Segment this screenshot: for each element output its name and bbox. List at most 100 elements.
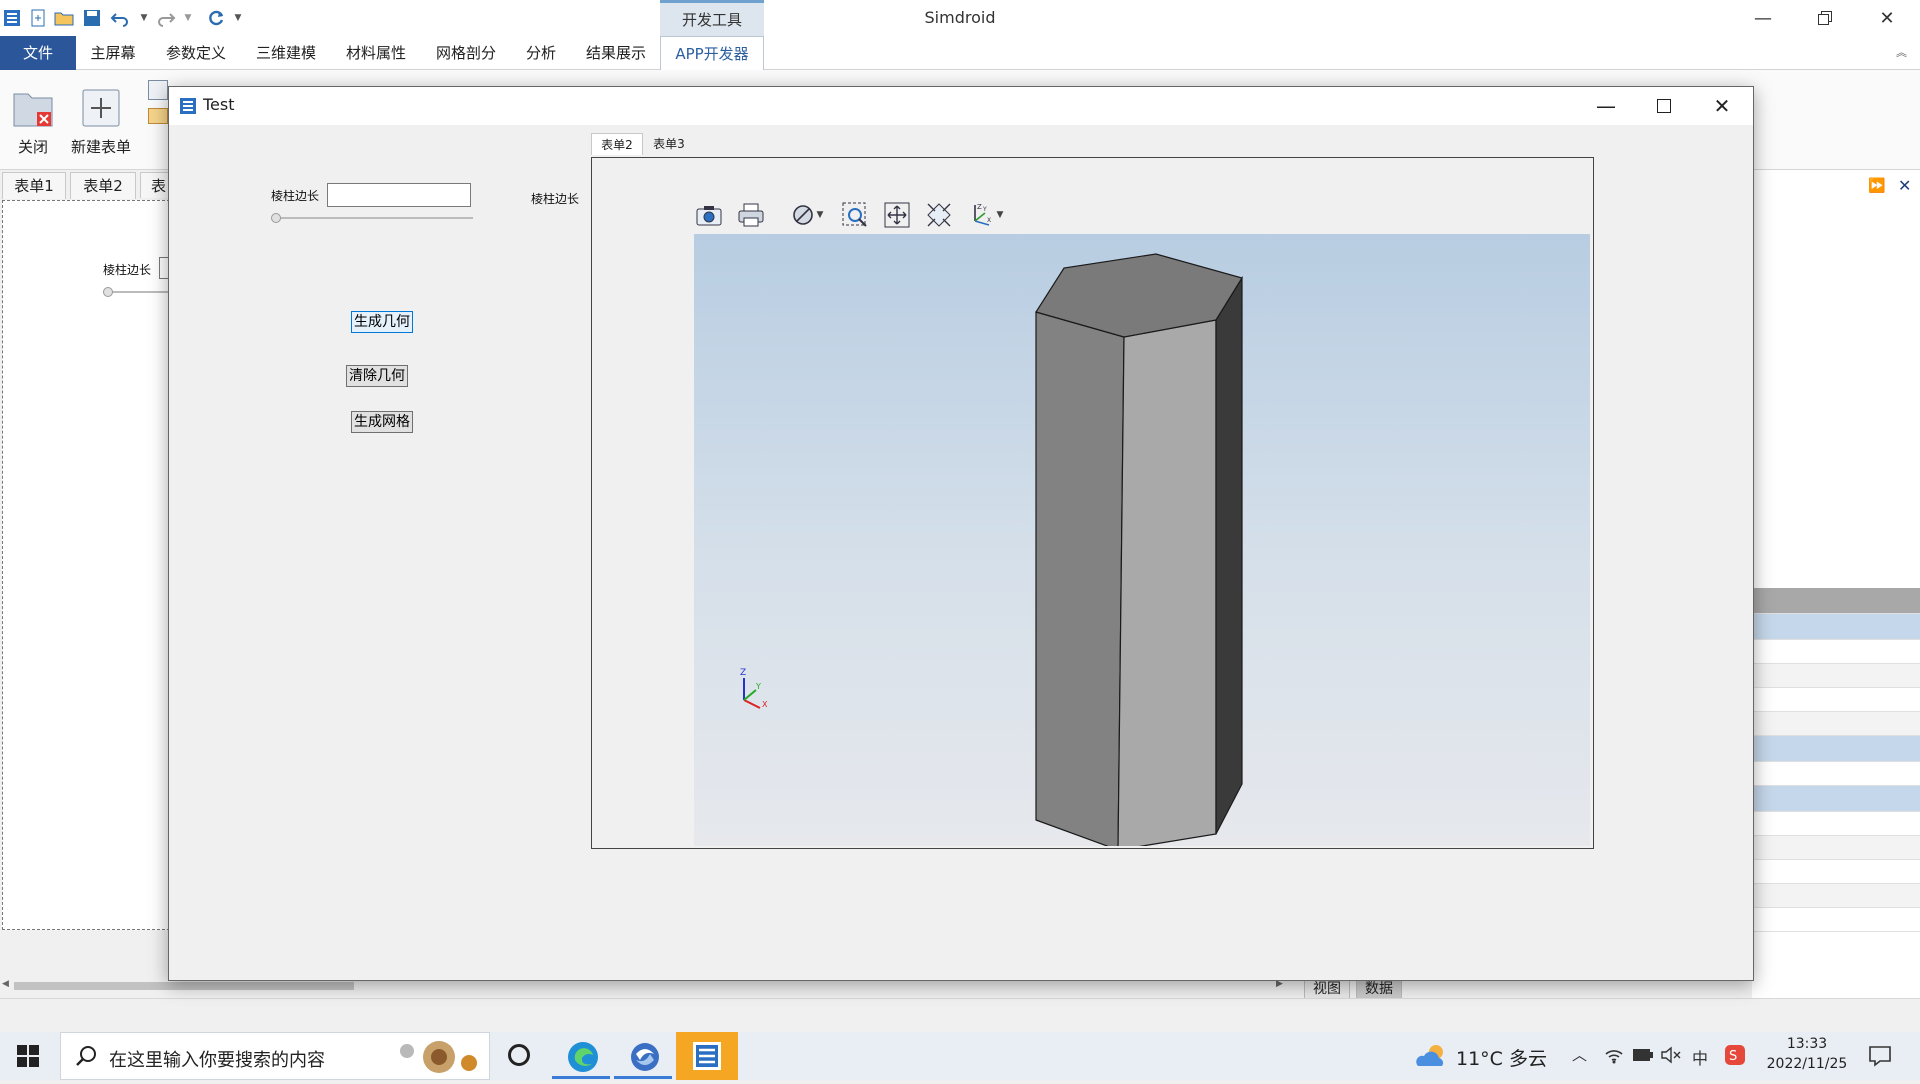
app-titlebar: ▼ ▼ ▼ 开发工具 Simdroid — ✕	[0, 0, 1920, 36]
render-dropdown-icon[interactable]: ▼	[812, 200, 828, 230]
redo-dropdown-icon[interactable]: ▼	[178, 8, 198, 28]
test-window-titlebar[interactable]: Test — ✕	[169, 87, 1753, 125]
tab-parameters[interactable]: 参数定义	[156, 36, 236, 70]
edge-length-slider-track[interactable]	[275, 217, 473, 219]
taskbar-search-box[interactable]: 在这里输入你要搜索的内容	[60, 1032, 490, 1080]
doc-slider-track[interactable]	[107, 291, 173, 293]
volume-muted-icon[interactable]	[1660, 1046, 1682, 1068]
form-tool-icon[interactable]	[148, 80, 168, 100]
doc-slider-knob[interactable]	[103, 287, 113, 297]
side-edge-length-label: 棱柱边长	[531, 192, 580, 206]
customize-toolbar-icon[interactable]: ▼	[228, 8, 248, 28]
open-folder-icon[interactable]	[54, 8, 74, 28]
close-button[interactable]: ✕	[1858, 0, 1916, 36]
form-tool-icon-2[interactable]	[148, 108, 168, 124]
inner-tab-form2[interactable]: 表单2	[591, 133, 643, 155]
svg-text:Y: Y	[982, 206, 987, 213]
property-row[interactable]	[1752, 860, 1920, 884]
search-highlight-image	[391, 1037, 483, 1077]
save-icon[interactable]	[82, 8, 102, 28]
undo-icon[interactable]	[110, 8, 130, 28]
property-row[interactable]	[1752, 688, 1920, 712]
weather-text[interactable]: 11°C 多云	[1456, 1044, 1547, 1071]
show-hidden-icons[interactable]: ︿	[1572, 1044, 1587, 1065]
form-design-canvas[interactable]: 棱柱边长	[2, 200, 173, 930]
sogou-input-icon[interactable]: S	[1724, 1044, 1746, 1070]
edge-length-input[interactable]	[327, 183, 471, 207]
zoom-box-icon[interactable]	[840, 200, 870, 230]
property-row[interactable]	[1752, 762, 1920, 786]
doc-tab-form2[interactable]: 表单2	[70, 172, 136, 199]
new-form-button[interactable]: 新建表单	[66, 76, 136, 162]
generate-mesh-button[interactable]: 生成网格	[351, 411, 413, 433]
property-row[interactable]	[1752, 908, 1920, 932]
3d-viewport[interactable]: Z Y X	[694, 234, 1590, 851]
undo-dropdown-icon[interactable]: ▼	[134, 8, 154, 28]
property-row[interactable]	[1752, 884, 1920, 908]
bottom-tab-view[interactable]: 视图	[1304, 978, 1350, 1000]
tab-home[interactable]: 主屏幕	[80, 36, 146, 70]
panel-close-icon[interactable]: ✕	[1898, 176, 1911, 195]
close-form-label: 关闭	[17, 138, 48, 156]
bottom-tab-data[interactable]: 数据	[1356, 978, 1402, 1000]
test-close-button[interactable]: ✕	[1693, 87, 1751, 125]
test-minimize-button[interactable]: —	[1577, 87, 1635, 125]
generate-geometry-button[interactable]: 生成几何	[351, 311, 413, 333]
property-row[interactable]	[1752, 664, 1920, 688]
wifi-icon[interactable]	[1604, 1046, 1624, 1068]
refresh-icon[interactable]	[206, 8, 226, 28]
panel-pin-icon[interactable]: ⏩	[1868, 178, 1885, 194]
axis-label-z: Z	[740, 668, 747, 678]
scroll-left-icon[interactable]: ◀	[2, 979, 9, 989]
tab-results[interactable]: 结果展示	[576, 36, 656, 70]
windows-taskbar: 在这里输入你要搜索的内容 11°C 多云 ︿ 中 S 13:33 2022/11…	[0, 1032, 1920, 1080]
close-form-button[interactable]: 关闭	[0, 76, 66, 162]
property-row[interactable]	[1752, 812, 1920, 836]
property-row[interactable]	[1752, 836, 1920, 860]
redo-icon[interactable]	[156, 8, 176, 28]
minimize-button[interactable]: —	[1734, 0, 1792, 36]
swirl-active-indicator	[614, 1076, 672, 1079]
restore-button[interactable]	[1796, 0, 1854, 36]
clock-time[interactable]: 13:33	[1762, 1036, 1852, 1052]
scrollbar-thumb[interactable]	[14, 982, 354, 990]
tab-file[interactable]: 文件	[0, 36, 76, 70]
property-row[interactable]	[1752, 614, 1920, 640]
doc-tab-form1[interactable]: 表单1	[2, 172, 66, 199]
simdroid-taskbar-button[interactable]	[676, 1032, 738, 1080]
prism-right-face	[1215, 275, 1243, 835]
notification-icon[interactable]	[1868, 1044, 1892, 1072]
app-title: Simdroid	[924, 8, 996, 27]
edge-length-label: 棱柱边长	[271, 189, 320, 203]
windows-start-icon[interactable]	[16, 1044, 40, 1072]
property-row[interactable]	[1752, 736, 1920, 762]
tab-meshing[interactable]: 网格剖分	[426, 36, 506, 70]
tab-analysis[interactable]: 分析	[516, 36, 566, 70]
test-maximize-button[interactable]	[1635, 87, 1693, 125]
property-row[interactable]	[1752, 786, 1920, 812]
tab-3d-modeling[interactable]: 三维建模	[246, 36, 326, 70]
edge-browser-icon[interactable]	[566, 1040, 600, 1078]
pan-icon[interactable]	[882, 200, 912, 230]
fit-view-icon[interactable]	[924, 200, 954, 230]
property-row[interactable]	[1752, 640, 1920, 664]
ime-indicator[interactable]: 中	[1692, 1045, 1708, 1069]
property-row[interactable]	[1752, 712, 1920, 736]
clear-geometry-button[interactable]: 清除几何	[346, 365, 408, 387]
axis-dropdown-icon[interactable]: ▼	[992, 200, 1008, 230]
tab-app-developer[interactable]: APP开发器	[660, 36, 764, 70]
inner-tab-form3[interactable]: 表单3	[645, 133, 693, 155]
simdroid-app-icon[interactable]	[2, 8, 22, 28]
tab-materials[interactable]: 材料属性	[336, 36, 416, 70]
print-icon[interactable]	[736, 200, 766, 230]
cortana-icon[interactable]	[508, 1044, 530, 1066]
weather-cloud-icon[interactable]	[1414, 1042, 1448, 1074]
clock-date[interactable]: 2022/11/25	[1762, 1056, 1852, 1072]
doc-tab-form3[interactable]: 表	[140, 172, 170, 198]
battery-icon[interactable]	[1632, 1048, 1654, 1066]
edge-length-slider-knob[interactable]	[271, 213, 281, 223]
collapse-ribbon-icon[interactable]: ︽	[1896, 44, 1907, 60]
camera-icon[interactable]	[694, 200, 724, 230]
new-file-icon[interactable]	[28, 8, 48, 28]
app-swirl-icon[interactable]	[628, 1040, 662, 1078]
